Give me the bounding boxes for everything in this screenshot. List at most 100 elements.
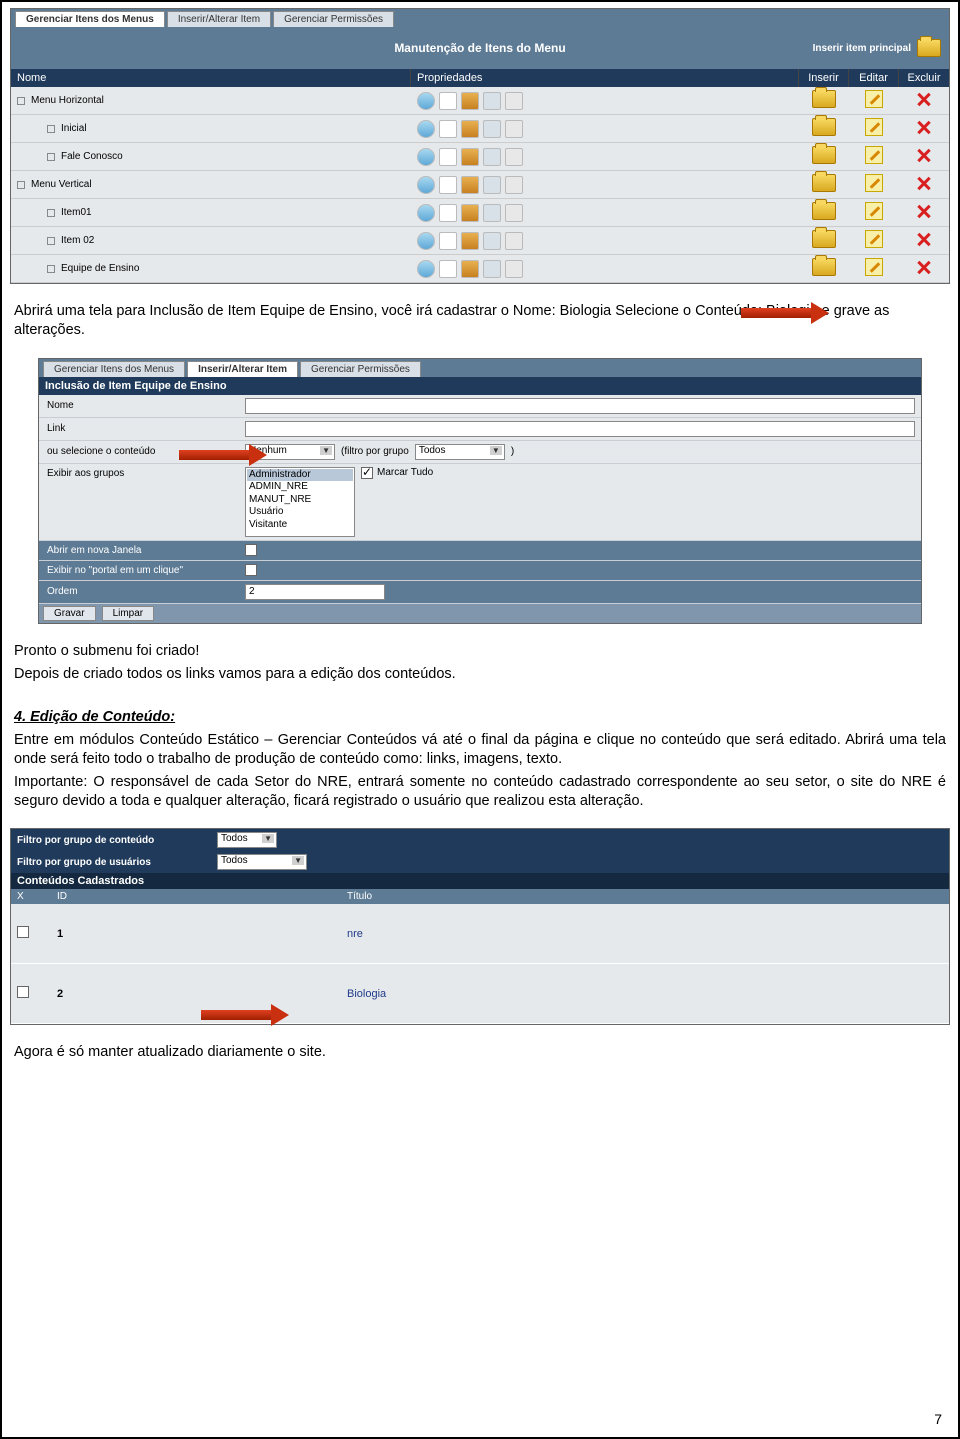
- menu-label: Equipe de Ensino: [61, 263, 139, 274]
- body-text: Agora é só manter atualizado diariamente…: [14, 1043, 946, 1062]
- delete-icon[interactable]: [916, 259, 932, 275]
- tab-inserir-alterar[interactable]: Inserir/Alterar Item: [187, 361, 298, 377]
- insert-folder-icon[interactable]: [812, 90, 836, 108]
- folder-icon: [917, 39, 941, 57]
- grupos-listbox[interactable]: Administrador ADMIN_NRE MANUT_NRE Usuári…: [245, 467, 355, 537]
- page-icon[interactable]: [439, 232, 457, 250]
- tab-gerenciar-permissoes[interactable]: Gerenciar Permissões: [300, 361, 421, 377]
- dash-icon[interactable]: [505, 120, 523, 138]
- portal-checkbox[interactable]: [245, 564, 257, 576]
- row-titulo[interactable]: Biologia: [341, 986, 949, 1002]
- paragraph: Pronto o submenu foi criado!: [14, 642, 946, 661]
- page-icon[interactable]: [439, 148, 457, 166]
- page-icon[interactable]: [439, 260, 457, 278]
- globe-icon[interactable]: [417, 148, 435, 166]
- filter-bar-2: Filtro por grupo de usuários Todos: [11, 851, 949, 873]
- delete-icon[interactable]: [916, 91, 932, 107]
- globe-icon[interactable]: [417, 260, 435, 278]
- book-icon[interactable]: [461, 148, 479, 166]
- row-checkbox[interactable]: [17, 986, 29, 998]
- list-item[interactable]: Visitante: [247, 519, 353, 532]
- insert-principal-label: Inserir item principal: [813, 43, 911, 54]
- insert-folder-icon[interactable]: [812, 258, 836, 276]
- link-input[interactable]: [245, 421, 915, 437]
- row-titulo[interactable]: nre: [341, 926, 949, 942]
- body-text: Pronto o submenu foi criado! Depois de c…: [14, 642, 946, 811]
- edit-icon[interactable]: [865, 174, 883, 192]
- tab-inserir-alterar[interactable]: Inserir/Alterar Item: [167, 11, 271, 27]
- insert-folder-icon[interactable]: [812, 118, 836, 136]
- box-icon[interactable]: [483, 204, 501, 222]
- box-icon[interactable]: [483, 260, 501, 278]
- insert-folder-icon[interactable]: [812, 174, 836, 192]
- insert-folder-icon[interactable]: [812, 146, 836, 164]
- tab-gerenciar-permissoes[interactable]: Gerenciar Permissões: [273, 11, 394, 27]
- delete-icon[interactable]: [916, 203, 932, 219]
- page-icon[interactable]: [439, 92, 457, 110]
- edit-icon[interactable]: [865, 146, 883, 164]
- delete-icon[interactable]: [916, 119, 932, 135]
- filter2-select[interactable]: Todos: [217, 854, 307, 870]
- insert-folder-icon[interactable]: [812, 230, 836, 248]
- insert-folder-icon[interactable]: [812, 202, 836, 220]
- filter1-select[interactable]: Todos: [217, 832, 277, 848]
- book-icon[interactable]: [461, 260, 479, 278]
- book-icon[interactable]: [461, 204, 479, 222]
- marcar-tudo-checkbox[interactable]: [361, 467, 373, 479]
- edit-icon[interactable]: [865, 230, 883, 248]
- edit-icon[interactable]: [865, 202, 883, 220]
- grupo-select[interactable]: Todos: [415, 444, 505, 460]
- insert-principal-link[interactable]: Inserir item principal: [813, 39, 941, 57]
- globe-icon[interactable]: [417, 92, 435, 110]
- book-icon[interactable]: [461, 232, 479, 250]
- dash-icon[interactable]: [505, 204, 523, 222]
- globe-icon[interactable]: [417, 232, 435, 250]
- row-checkbox[interactable]: [17, 926, 29, 938]
- limpar-button[interactable]: Limpar: [102, 606, 155, 621]
- form-row-conteudo: ou selecione o conteúdo Nenhum (filtro p…: [39, 441, 921, 464]
- tab-gerenciar-itens[interactable]: Gerenciar Itens dos Menus: [15, 11, 165, 27]
- globe-icon[interactable]: [417, 176, 435, 194]
- list-item[interactable]: Usuário: [247, 506, 353, 519]
- menu-label: Item 02: [61, 235, 94, 246]
- list-item[interactable]: MANUT_NRE: [247, 494, 353, 507]
- page-icon[interactable]: [439, 204, 457, 222]
- form-row-grupos: Exibir aos grupos Administrador ADMIN_NR…: [39, 464, 921, 541]
- edit-icon[interactable]: [865, 118, 883, 136]
- box-icon[interactable]: [483, 92, 501, 110]
- book-icon[interactable]: [461, 176, 479, 194]
- table-row: 1 nre: [11, 904, 949, 964]
- box-icon[interactable]: [483, 176, 501, 194]
- list-item[interactable]: ADMIN_NRE: [247, 481, 353, 494]
- col-excluir: Excluir: [899, 69, 949, 87]
- janela-checkbox[interactable]: [245, 544, 257, 556]
- dash-icon[interactable]: [505, 232, 523, 250]
- box-icon[interactable]: [483, 148, 501, 166]
- tab-gerenciar-itens[interactable]: Gerenciar Itens dos Menus: [43, 361, 185, 377]
- dash-icon[interactable]: [505, 92, 523, 110]
- edit-icon[interactable]: [865, 258, 883, 276]
- dash-icon[interactable]: [505, 260, 523, 278]
- globe-icon[interactable]: [417, 204, 435, 222]
- label-janela: Abrir em nova Janela: [39, 541, 239, 560]
- delete-icon[interactable]: [916, 231, 932, 247]
- gravar-button[interactable]: Gravar: [43, 606, 96, 621]
- bullet-icon: [47, 237, 55, 245]
- box-icon[interactable]: [483, 232, 501, 250]
- delete-icon[interactable]: [916, 147, 932, 163]
- ordem-input[interactable]: [245, 584, 385, 600]
- box-icon[interactable]: [483, 120, 501, 138]
- filter1-label: Filtro por grupo de conteúdo: [17, 835, 207, 846]
- list-item[interactable]: Administrador: [247, 469, 353, 482]
- nome-input[interactable]: [245, 398, 915, 414]
- page-icon[interactable]: [439, 120, 457, 138]
- book-icon[interactable]: [461, 92, 479, 110]
- filter-bar-1: Filtro por grupo de conteúdo Todos: [11, 829, 949, 851]
- edit-icon[interactable]: [865, 90, 883, 108]
- dash-icon[interactable]: [505, 176, 523, 194]
- delete-icon[interactable]: [916, 175, 932, 191]
- book-icon[interactable]: [461, 120, 479, 138]
- page-icon[interactable]: [439, 176, 457, 194]
- globe-icon[interactable]: [417, 120, 435, 138]
- dash-icon[interactable]: [505, 148, 523, 166]
